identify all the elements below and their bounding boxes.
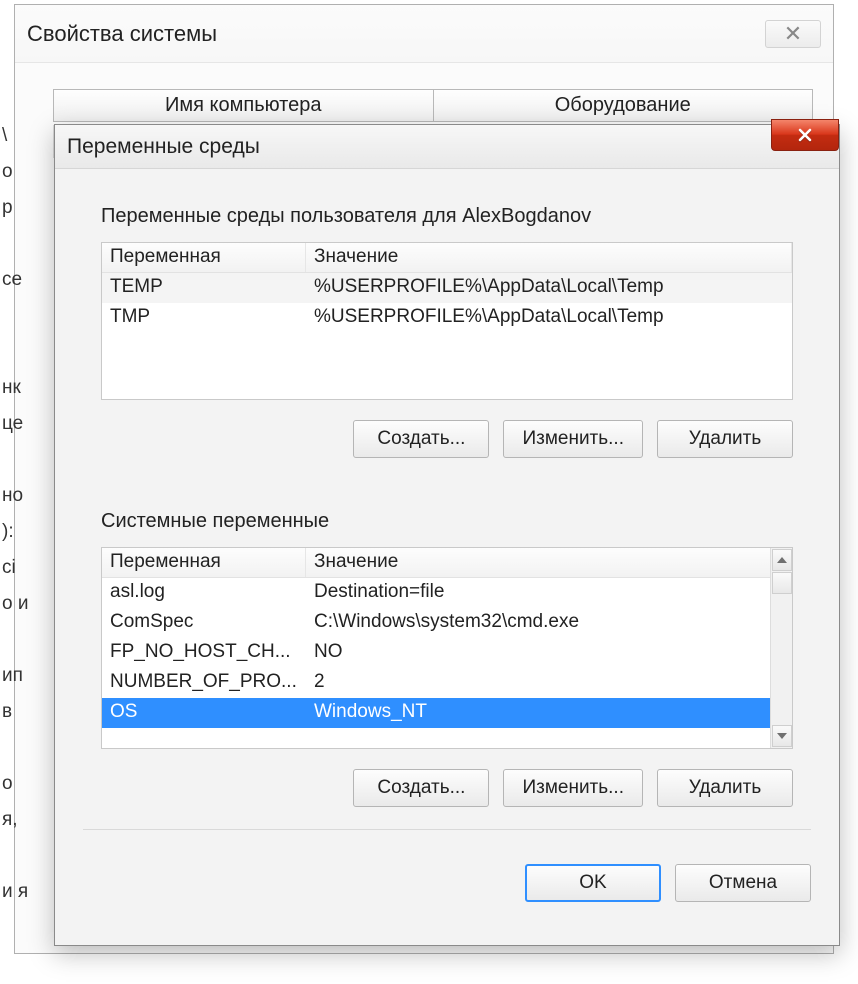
background-text-fragment: в [2,694,28,730]
variable-value-cell: C:\Windows\system32\cmd.exe [306,608,792,638]
background-text-fragment [2,622,28,658]
background-text-fragment: се [2,262,28,298]
variable-value-cell: Windows_NT [306,698,792,728]
dialog-close-button[interactable] [771,119,839,151]
sys-vars-buttons: Создать... Изменить... Удалить [101,769,793,807]
parent-close-button[interactable]: ✕ [765,20,821,48]
chevron-down-icon [777,557,787,563]
variable-name-cell: TMP [102,303,306,333]
parent-tabs-row1: Имя компьютераОборудование [53,89,813,122]
system-variables-list[interactable]: Переменная Значение asl.logDestination=f… [101,547,793,749]
environment-variables-dialog: Переменные среды Переменные среды пользо… [54,124,840,946]
background-text-fragment: \ [2,118,28,154]
user-vars-header: Переменная Значение [102,243,792,273]
ok-button[interactable]: OK [525,864,661,902]
close-icon: ✕ [784,21,802,47]
user-var-row[interactable]: TMP%USERPROFILE%\AppData\Local\Temp [102,303,792,333]
background-text-fragment: о [2,154,28,190]
user-delete-button[interactable]: Удалить [657,420,793,458]
background-text-fragment [2,730,28,766]
background-text-fragment: о и [2,586,28,622]
background-text-fragment: я, [2,802,28,838]
background-cropped-text: \орсенкцено):сіо иипвоя,и я [2,118,28,910]
variable-value-cell: Destination=file [306,578,792,608]
separator [83,829,811,830]
scroll-up-button[interactable] [772,549,792,571]
sys-create-button[interactable]: Создать... [353,769,489,807]
col-value[interactable]: Значение [306,243,792,272]
variable-value-cell: %USERPROFILE%\AppData\Local\Temp [306,303,792,333]
variable-name-cell: OS [102,698,306,728]
parent-titlebar: Свойства системы ✕ [15,5,833,63]
variable-name-cell: ComSpec [102,608,306,638]
scroll-down-button[interactable] [772,725,792,747]
background-text-fragment: ип [2,658,28,694]
close-icon [797,127,813,143]
sys-var-row[interactable]: NUMBER_OF_PRO...2 [102,668,792,698]
system-variables-title: Системные переменные [101,510,793,533]
scroll-thumb[interactable] [772,572,792,594]
dialog-footer: OK Отмена [83,864,811,902]
background-text-fragment: р [2,190,28,226]
chevron-down-icon [777,733,787,739]
variable-name-cell: TEMP [102,273,306,303]
background-text-fragment: о [2,766,28,802]
variable-name-cell: FP_NO_HOST_CH... [102,638,306,668]
user-variables-title: Переменные среды пользователя для AlexBo… [101,205,793,228]
sys-edit-button[interactable]: Изменить... [503,769,643,807]
background-text-fragment [2,334,28,370]
parent-title: Свойства системы [27,21,217,47]
variable-value-cell: %USERPROFILE%\AppData\Local\Temp [306,273,792,303]
sys-var-row[interactable]: OSWindows_NT [102,698,792,728]
background-text-fragment: но [2,478,28,514]
background-text-fragment [2,442,28,478]
user-variables-group: Переменные среды пользователя для AlexBo… [83,197,811,474]
parent-tab[interactable]: Оборудование [434,89,814,122]
user-var-row[interactable]: TEMP%USERPROFILE%\AppData\Local\Temp [102,273,792,303]
dialog-titlebar: Переменные среды [55,125,839,169]
variable-name-cell: NUMBER_OF_PRO... [102,668,306,698]
background-text-fragment: и я [2,874,28,910]
col-value[interactable]: Значение [306,548,792,577]
background-text-fragment: ): [2,514,28,550]
col-variable[interactable]: Переменная [102,243,306,272]
background-text-fragment: нк [2,370,28,406]
dialog-title: Переменные среды [67,135,260,159]
system-variables-group: Системные переменные Переменная Значение… [83,502,811,823]
variable-value-cell: 2 [306,668,792,698]
sys-var-row[interactable]: ComSpecC:\Windows\system32\cmd.exe [102,608,792,638]
sys-vars-header: Переменная Значение [102,548,792,578]
background-text-fragment [2,298,28,334]
sys-delete-button[interactable]: Удалить [657,769,793,807]
parent-tab[interactable]: Имя компьютера [53,89,434,122]
user-vars-buttons: Создать... Изменить... Удалить [101,420,793,458]
sys-var-row[interactable]: asl.logDestination=file [102,578,792,608]
variable-name-cell: asl.log [102,578,306,608]
user-variables-list[interactable]: Переменная Значение TEMP%USERPROFILE%\Ap… [101,242,793,400]
sys-scrollbar[interactable] [770,548,792,748]
user-edit-button[interactable]: Изменить... [503,420,643,458]
cancel-button[interactable]: Отмена [675,864,811,902]
background-text-fragment [2,838,28,874]
variable-value-cell: NO [306,638,792,668]
background-text-fragment: це [2,406,28,442]
background-text-fragment: сі [2,550,28,586]
sys-var-row[interactable]: FP_NO_HOST_CH...NO [102,638,792,668]
background-text-fragment [2,226,28,262]
col-variable[interactable]: Переменная [102,548,306,577]
user-create-button[interactable]: Создать... [353,420,489,458]
